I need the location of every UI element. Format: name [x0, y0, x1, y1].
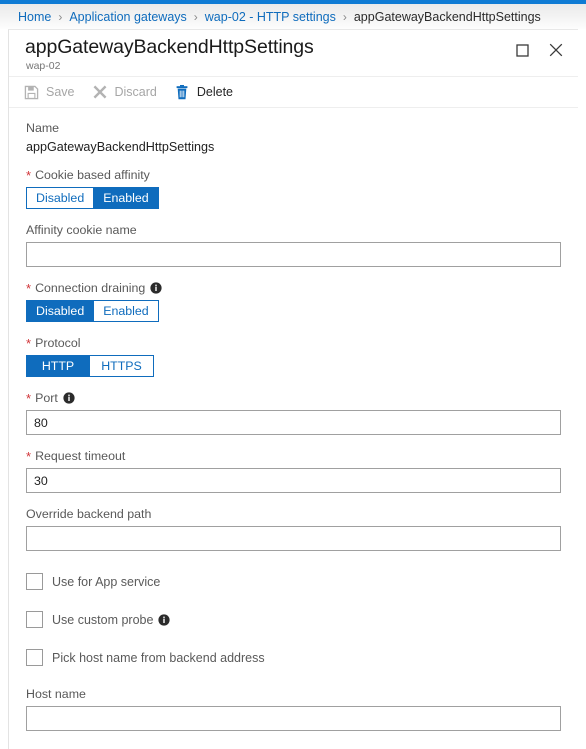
discard-button[interactable]: Discard	[92, 79, 157, 105]
window-controls	[508, 37, 570, 63]
cookie-based-affinity-label: * Cookie based affinity	[26, 168, 561, 182]
command-bar: Save Discard Delete	[9, 77, 578, 108]
blade-panel: appGatewayBackendHttpSettings wap-02 Sav…	[8, 29, 578, 749]
connection-draining-option-enabled[interactable]: Enabled	[94, 301, 158, 321]
page-title: appGatewayBackendHttpSettings	[25, 36, 314, 58]
settings-form: Name appGatewayBackendHttpSettings * Coo…	[9, 108, 578, 731]
use-custom-probe-label-text: Use custom probe	[52, 612, 154, 627]
port-label-text: Port	[35, 391, 58, 405]
discard-label: Discard	[114, 85, 157, 99]
breadcrumb-item-application-gateways[interactable]: Application gateways	[69, 10, 186, 24]
checkbox-box	[26, 611, 43, 628]
cookie-affinity-option-disabled[interactable]: Disabled	[27, 188, 95, 208]
connection-draining-label: * Connection draining	[26, 281, 561, 295]
page-subtitle: wap-02	[26, 60, 61, 72]
affinity-cookie-name-label: Affinity cookie name	[26, 223, 137, 237]
field-request-timeout: * Request timeout	[26, 449, 561, 493]
protocol-toggle[interactable]: HTTP HTTPS	[26, 355, 154, 377]
info-icon[interactable]	[63, 392, 75, 404]
host-name-input[interactable]	[26, 706, 561, 731]
request-timeout-label-text: Request timeout	[35, 449, 126, 463]
breadcrumb-item-current: appGatewayBackendHttpSettings	[353, 9, 541, 24]
info-icon[interactable]	[158, 613, 171, 626]
field-host-name: Host name	[26, 687, 561, 731]
breadcrumb-separator-icon: ›	[342, 9, 347, 24]
breadcrumb-item-wap-02-http-settings[interactable]: wap-02 - HTTP settings	[205, 10, 336, 24]
use-for-app-service-label: Use for App service	[52, 574, 161, 589]
field-port: * Port	[26, 391, 561, 435]
request-timeout-label: * Request timeout	[26, 449, 561, 463]
use-for-app-service-checkbox[interactable]: Use for App service	[26, 573, 561, 590]
cookie-based-affinity-toggle[interactable]: Disabled Enabled	[26, 187, 159, 209]
field-affinity-cookie-name: Affinity cookie name	[26, 223, 561, 267]
blade-header: appGatewayBackendHttpSettings wap-02	[9, 30, 578, 77]
connection-draining-label-text: Connection draining	[35, 281, 146, 295]
info-icon[interactable]	[150, 282, 162, 294]
name-label: Name	[26, 121, 60, 135]
field-name: Name appGatewayBackendHttpSettings	[26, 121, 561, 154]
host-name-label: Host name	[26, 687, 86, 701]
required-asterisk: *	[26, 167, 32, 183]
save-label: Save	[46, 85, 75, 99]
delete-icon	[174, 84, 191, 100]
breadcrumb-item-home[interactable]: Home	[18, 10, 51, 24]
field-override-backend-path: Override backend path	[26, 507, 561, 551]
checkbox-box	[26, 649, 43, 666]
breadcrumb: Home › Application gateways › wap-02 - H…	[0, 4, 586, 29]
pick-host-name-checkbox[interactable]: Pick host name from backend address	[26, 649, 561, 666]
port-label: * Port	[26, 391, 561, 405]
save-icon	[23, 84, 40, 100]
delete-label: Delete	[196, 85, 234, 99]
save-button[interactable]: Save	[23, 79, 75, 105]
port-input[interactable]	[26, 410, 561, 435]
cookie-affinity-option-enabled[interactable]: Enabled	[94, 188, 158, 208]
field-protocol: * Protocol HTTP HTTPS	[26, 336, 561, 377]
pick-host-name-label: Pick host name from backend address	[52, 650, 265, 665]
delete-button[interactable]: Delete	[174, 79, 233, 105]
protocol-option-http[interactable]: HTTP	[27, 356, 90, 376]
field-connection-draining: * Connection draining Disabled Enabled	[26, 281, 561, 322]
use-custom-probe-label: Use custom probe	[52, 612, 171, 627]
protocol-label: * Protocol	[26, 336, 561, 350]
required-asterisk: *	[26, 335, 32, 351]
request-timeout-input[interactable]	[26, 468, 561, 493]
required-asterisk: *	[26, 390, 32, 406]
required-asterisk: *	[26, 448, 32, 464]
protocol-label-text: Protocol	[35, 336, 81, 350]
discard-icon	[92, 84, 109, 100]
azure-portal-blade: Home › Application gateways › wap-02 - H…	[0, 0, 586, 749]
connection-draining-option-disabled[interactable]: Disabled	[27, 301, 95, 321]
connection-draining-toggle[interactable]: Disabled Enabled	[26, 300, 159, 322]
cookie-based-affinity-label-text: Cookie based affinity	[35, 168, 150, 182]
field-cookie-based-affinity: * Cookie based affinity Disabled Enabled	[26, 168, 561, 209]
override-backend-path-label: Override backend path	[26, 507, 152, 521]
required-asterisk: *	[26, 280, 32, 296]
use-custom-probe-checkbox[interactable]: Use custom probe	[26, 611, 561, 628]
name-value: appGatewayBackendHttpSettings	[26, 140, 215, 154]
override-backend-path-input[interactable]	[26, 526, 561, 551]
maximize-icon[interactable]	[508, 37, 536, 63]
protocol-option-https[interactable]: HTTPS	[90, 356, 153, 376]
breadcrumb-separator-icon: ›	[58, 9, 63, 24]
close-icon[interactable]	[542, 37, 570, 63]
breadcrumb-separator-icon: ›	[193, 9, 198, 24]
checkbox-box	[26, 573, 43, 590]
affinity-cookie-name-input[interactable]	[26, 242, 561, 267]
